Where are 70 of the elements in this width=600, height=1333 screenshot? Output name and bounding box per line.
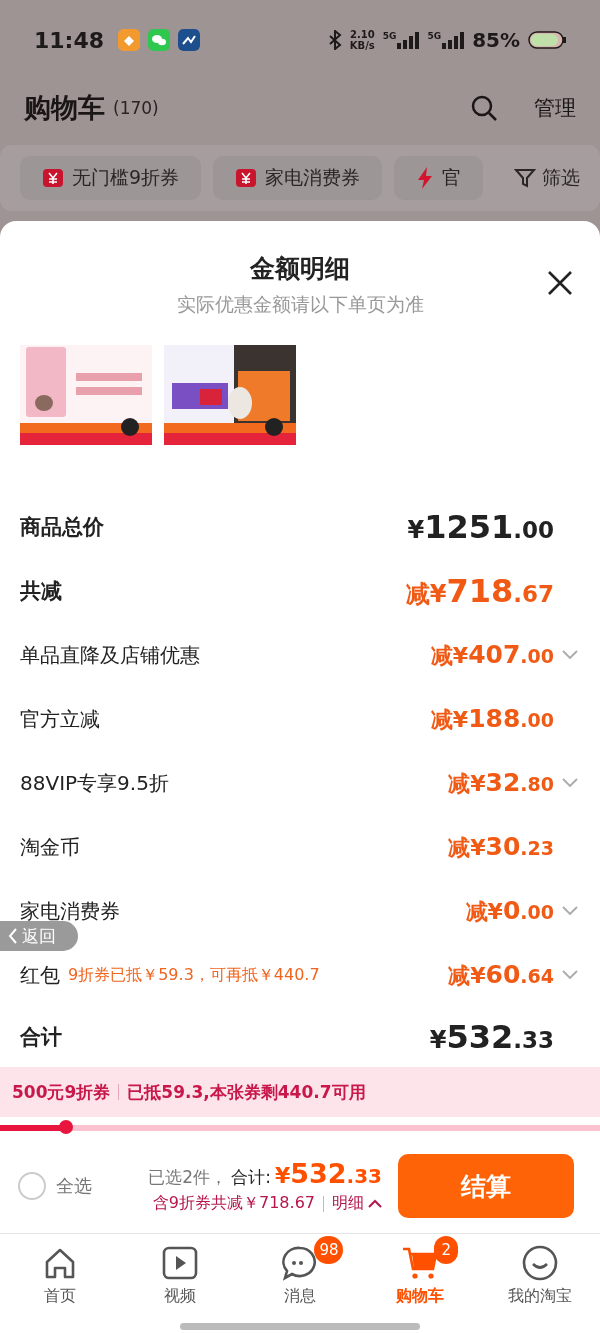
row-amount: 减¥60.64 xyxy=(448,959,554,991)
battery-icon xyxy=(528,31,566,49)
network-label: 5G xyxy=(382,31,397,41)
manage-link[interactable]: 管理 xyxy=(534,93,576,122)
coupon-icon xyxy=(42,167,64,189)
row-label: 共减 xyxy=(20,578,62,605)
row-amount: ¥532.33 xyxy=(429,1018,554,1056)
sheet-subtitle: 实际优惠金额请以下单页为准 xyxy=(175,292,425,317)
filter-chip[interactable]: 官 xyxy=(394,156,484,200)
notification-badge: 98 xyxy=(314,1236,344,1264)
total-amount: ¥532.33 xyxy=(274,1158,382,1189)
filter-button[interactable]: 筛选 xyxy=(514,165,580,191)
notification-badge: 2 xyxy=(434,1236,459,1264)
lightning-icon xyxy=(416,166,435,190)
details-button[interactable]: 明细 xyxy=(332,1193,382,1214)
row-note: 9折券已抵￥59.3，可再抵￥440.7 xyxy=(68,964,320,986)
filter-chip[interactable]: 家电消费券 xyxy=(213,156,383,200)
chevron-down-icon[interactable] xyxy=(562,778,578,788)
row-label: 官方立减 xyxy=(20,705,100,733)
chevron-down-icon[interactable] xyxy=(562,970,578,980)
page-title: 购物车 xyxy=(24,90,105,125)
item-count: (170) xyxy=(113,97,159,118)
row-amount: 减¥188.00 xyxy=(430,703,554,735)
close-icon xyxy=(546,269,574,297)
select-all-checkbox[interactable]: 全选 xyxy=(18,1172,92,1200)
row-amount: 减¥407.00 xyxy=(430,639,554,671)
close-button[interactable] xyxy=(546,269,574,297)
app-icon xyxy=(118,29,141,51)
signal-icon xyxy=(397,31,420,49)
smiley-icon xyxy=(521,1243,559,1282)
tab-bar-item[interactable]: 首页 xyxy=(0,1234,120,1316)
chevron-up-icon xyxy=(368,1199,382,1208)
tab-bar-item[interactable]: 视频 xyxy=(120,1234,240,1316)
speed-value: 2.10 xyxy=(349,29,375,40)
total-label: 合计: xyxy=(231,1166,271,1189)
network-label: 5G xyxy=(427,31,442,41)
row-label: 淘金币 xyxy=(20,833,80,861)
progress-thumb xyxy=(59,1120,73,1134)
bluetooth-icon xyxy=(327,30,342,50)
row-amount: 减¥32.80 xyxy=(448,767,554,799)
status-time: 11:48 xyxy=(34,27,105,53)
tab-bar-item[interactable]: 购物车 2 xyxy=(360,1234,480,1316)
chevron-down-icon[interactable] xyxy=(562,906,578,916)
chat-app-icon xyxy=(148,29,171,51)
filter-icon xyxy=(514,167,536,189)
tab-bar-item[interactable]: 我的淘宝 xyxy=(480,1234,600,1316)
row-label: 单品直降及店铺优惠 xyxy=(20,641,200,669)
row-label: 88VIP专享9.5折 xyxy=(20,769,169,797)
chevron-down-icon[interactable] xyxy=(562,650,578,660)
checkout-button[interactable]: 结算 xyxy=(398,1154,574,1218)
row-label: 红包 xyxy=(20,961,60,989)
row-label: 合计 xyxy=(20,1024,62,1051)
row-label: 商品总价 xyxy=(20,514,104,541)
coupon-icon xyxy=(235,167,258,189)
speed-unit: KB/s xyxy=(349,40,375,51)
row-amount: 减¥0.00 xyxy=(465,895,554,927)
coupon-name: 500元9折券 xyxy=(12,1080,111,1104)
filter-chip[interactable]: 无门槛9折券 xyxy=(20,156,202,200)
discount-summary: 含9折券共减￥718.67 xyxy=(152,1193,315,1214)
sheet-title: 金额明细 xyxy=(250,253,350,285)
row-amount: 减¥30.23 xyxy=(448,831,554,863)
row-amount: 减¥718.67 xyxy=(405,572,554,610)
signal-icon xyxy=(442,31,465,49)
coupon-detail: 已抵59.3,本张券剩440.7可用 xyxy=(127,1080,366,1104)
selected-count: 已选2件， xyxy=(148,1166,228,1189)
battery-percent: 85% xyxy=(472,28,520,52)
row-amount: ¥1251.00 xyxy=(407,508,554,546)
search-icon[interactable] xyxy=(470,93,498,122)
tab-bar-item[interactable]: 消息 98 xyxy=(240,1234,360,1316)
chart-app-icon xyxy=(178,29,201,51)
